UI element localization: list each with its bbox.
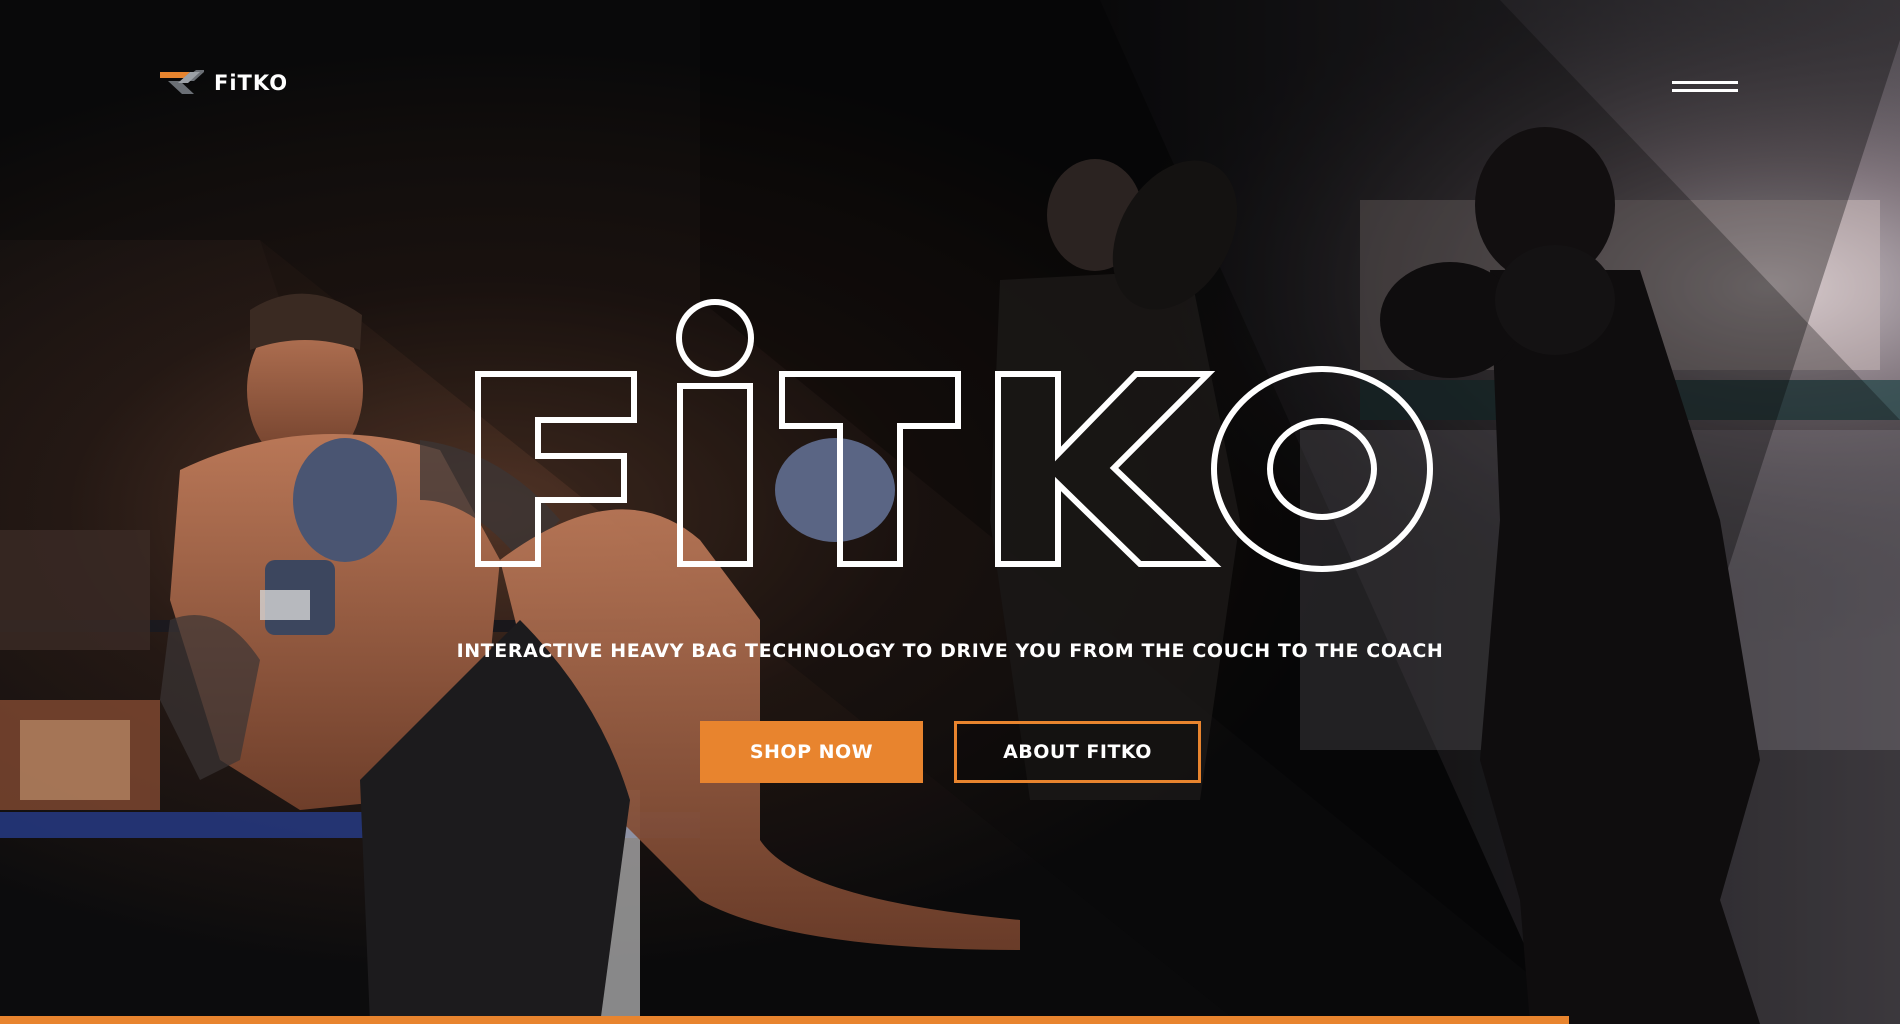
menu-line-icon — [1672, 81, 1738, 84]
logo-link[interactable]: FiTKO — [160, 70, 288, 96]
shop-now-button[interactable]: SHOP NOW — [700, 721, 923, 783]
hamburger-menu-button[interactable] — [1672, 78, 1738, 96]
bottom-progress-bar — [0, 1016, 1570, 1024]
hero-section: FiTKO INTERACTIVE HEAVY BAG TECHNOLOGY T… — [0, 0, 1900, 1024]
fitko-logo-icon — [160, 70, 204, 94]
hero-cta-group: SHOP NOW ABOUT FITKO — [700, 721, 1202, 783]
site-header: FiTKO — [0, 0, 1900, 170]
hero-tagline: INTERACTIVE HEAVY BAG TECHNOLOGY TO DRIV… — [456, 640, 1444, 662]
menu-line-icon — [1672, 89, 1738, 92]
logo-text: FiTKO — [214, 71, 289, 95]
about-fitko-button[interactable]: ABOUT FITKO — [954, 721, 1201, 783]
fitko-wordmark — [475, 299, 1433, 572]
